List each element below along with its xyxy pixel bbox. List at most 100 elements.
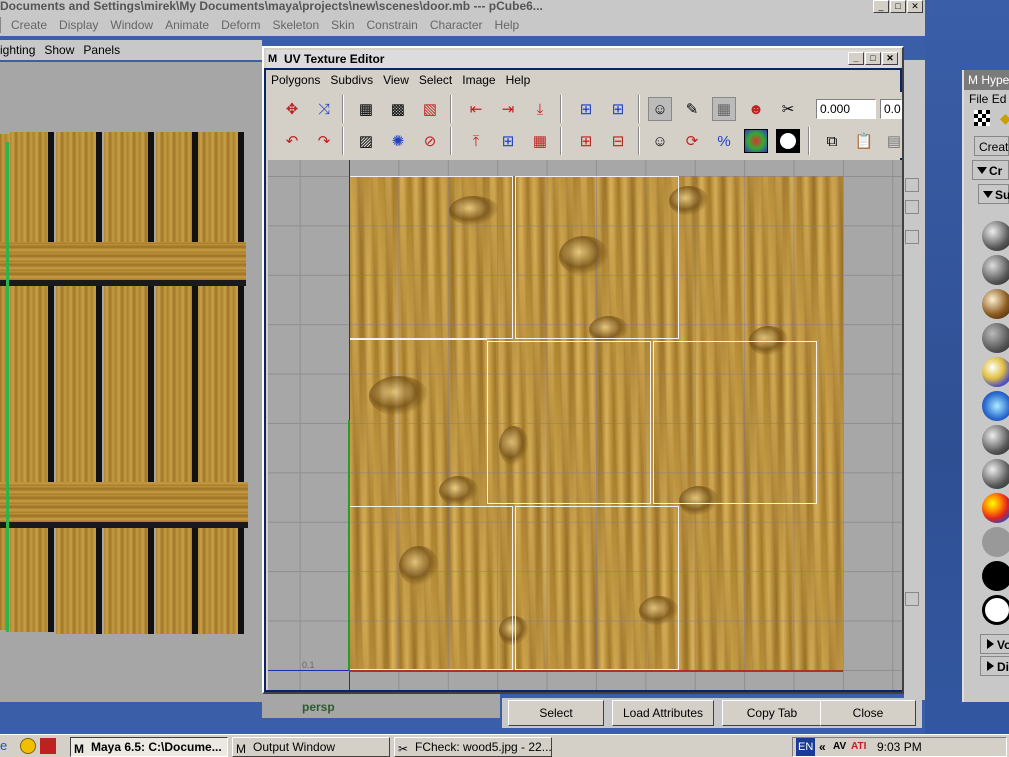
brush-icon[interactable]: ✎ (680, 97, 704, 121)
taskbar-item-fcheck[interactable]: ✂ FCheck: wood5.jpg - 22... (394, 737, 552, 757)
close-button[interactable]: ✕ (882, 52, 898, 65)
material-swatch-use-background[interactable] (982, 595, 1009, 625)
select-button[interactable]: Select (508, 700, 604, 726)
star-icon[interactable]: ✺ (386, 129, 410, 153)
grid-check-icon[interactable]: ▦ (528, 129, 552, 153)
hypershade-section-displacement[interactable]: Di (980, 656, 1009, 676)
material-swatch-layered[interactable] (982, 357, 1009, 387)
menu-skin[interactable]: Skin (325, 18, 360, 32)
move-uvs-icon[interactable]: ✥ (280, 97, 304, 121)
circle-icon[interactable] (776, 129, 800, 153)
chevron-icon[interactable]: « (819, 738, 826, 756)
percent-icon[interactable]: % (712, 129, 736, 153)
align-bottom-icon[interactable]: ⤓ (528, 97, 552, 121)
taskbar-item-output-window[interactable]: M Output Window (232, 737, 390, 757)
grid-view-icon[interactable]: ⊞ (574, 97, 598, 121)
uv-editor-title-bar[interactable]: M UV Texture Editor _ □ ✕ (266, 50, 900, 68)
uv-shell[interactable] (349, 506, 513, 670)
uv-shell[interactable] (653, 341, 817, 504)
uv-menu-help[interactable]: Help (501, 73, 536, 87)
stop-icon[interactable]: ⊘ (418, 129, 442, 153)
strip-handle[interactable] (905, 230, 919, 244)
grid-toggle-icon[interactable]: ▦ (712, 97, 736, 121)
perspective-viewport[interactable] (0, 62, 262, 702)
menu-help[interactable]: Help (489, 18, 526, 32)
material-swatch-lambert[interactable] (982, 323, 1009, 353)
menu-animate[interactable]: Animate (159, 18, 215, 32)
strip-handle[interactable] (905, 178, 919, 192)
uv-menu-image[interactable]: Image (457, 73, 500, 87)
refresh-icon[interactable]: ⟳ (680, 129, 704, 153)
taskbar-item-maya[interactable]: M Maya 6.5: C:\Docume... (70, 737, 228, 757)
ati-icon[interactable]: ATI (851, 738, 866, 756)
ie-icon[interactable]: e (0, 738, 14, 754)
face-icon[interactable]: ☺ (648, 97, 672, 121)
uv-canvas[interactable]: 0.1 (268, 160, 902, 690)
grid-minus-icon[interactable]: ⊟ (606, 129, 630, 153)
hypershade-create-tab[interactable]: Create (974, 136, 1009, 156)
material-swatch-ramp[interactable] (982, 493, 1009, 523)
uv-shell[interactable] (515, 176, 679, 339)
menu-create[interactable]: Create (5, 18, 53, 32)
panel-menu-panels[interactable]: Panels (83, 43, 125, 57)
close-button[interactable]: ✕ (907, 0, 923, 13)
av-icon[interactable]: AV (833, 738, 846, 756)
uv-shell[interactable] (349, 176, 513, 339)
checker2-icon[interactable]: ▩ (386, 97, 410, 121)
material-swatch-blinn[interactable] (982, 255, 1009, 285)
material-swatch-shading-map[interactable] (982, 527, 1009, 557)
language-indicator[interactable]: EN (796, 738, 816, 756)
uv-shell[interactable] (487, 341, 651, 504)
color-icon[interactable] (744, 129, 768, 153)
cut-icon[interactable]: ✂ (776, 97, 800, 121)
v-coordinate-field[interactable]: 0.00 (880, 99, 902, 119)
paste-icon[interactable]: 📋 (852, 129, 876, 153)
add-view-icon[interactable]: ⊞ (606, 97, 630, 121)
minimize-button[interactable]: _ (848, 52, 864, 65)
menu-window[interactable]: Window (104, 18, 159, 32)
material-swatch-surface-shader[interactable] (982, 561, 1009, 591)
align-left-icon[interactable]: ⇤ (464, 97, 488, 121)
align-right-icon[interactable]: ⇥ (496, 97, 520, 121)
face2-icon[interactable]: ☺ (648, 129, 672, 153)
align-top-icon[interactable]: ⤒ (464, 129, 488, 153)
grid-red-icon[interactable]: ⊞ (574, 129, 598, 153)
arrow-icon[interactable]: ◆ (1000, 110, 1009, 126)
copy-tab-button[interactable]: Copy Tab (722, 700, 822, 726)
uv-menu-view[interactable]: View (378, 73, 414, 87)
hypershade-section-surface[interactable]: Su (978, 184, 1009, 204)
material-swatch-ocean[interactable] (982, 391, 1009, 421)
rotate-uvs-icon[interactable]: ⤨ (312, 97, 336, 121)
material-swatch-hair[interactable] (982, 289, 1009, 319)
checker-icon[interactable]: ▦ (354, 97, 378, 121)
copy-icon[interactable]: ⧉ (820, 129, 844, 153)
paint-icon[interactable]: ☻ (744, 97, 768, 121)
flip-icon[interactable]: ▧ (418, 97, 442, 121)
menu-deform[interactable]: Deform (215, 18, 266, 32)
center-icon[interactable]: ⊞ (496, 129, 520, 153)
uv-menu-subdivs[interactable]: Subdivs (325, 73, 378, 87)
undo-icon[interactable]: ↶ (280, 129, 304, 153)
menu-display[interactable]: Display (53, 18, 104, 32)
clipboard-icon[interactable]: ▤ (882, 129, 906, 153)
material-swatch-phonge[interactable] (982, 459, 1009, 489)
uv-shell[interactable] (515, 506, 679, 670)
hypershade-menu-file[interactable]: File (969, 92, 988, 106)
checker3-icon[interactable]: ▨ (354, 129, 378, 153)
strip-handle[interactable] (905, 592, 919, 606)
menu-skeleton[interactable]: Skeleton (266, 18, 325, 32)
clock-icon[interactable] (20, 738, 36, 754)
load-attributes-button[interactable]: Load Attributes (612, 700, 714, 726)
strip-handle[interactable] (905, 200, 919, 214)
menu-character[interactable]: Character (424, 18, 489, 32)
redo-icon[interactable]: ↷ (312, 129, 336, 153)
material-swatch-phong[interactable] (982, 425, 1009, 455)
minimize-button[interactable]: _ (873, 0, 889, 13)
maximize-button[interactable]: □ (865, 52, 881, 65)
close-button[interactable]: Close (820, 700, 916, 726)
menu-constrain[interactable]: Constrain (361, 18, 424, 32)
maximize-button[interactable]: □ (890, 0, 906, 13)
hypershade-menu-edit[interactable]: Ed (992, 92, 1007, 106)
uv-menu-select[interactable]: Select (414, 73, 457, 87)
hypershade-section-volumetric[interactable]: Vo (980, 634, 1009, 654)
